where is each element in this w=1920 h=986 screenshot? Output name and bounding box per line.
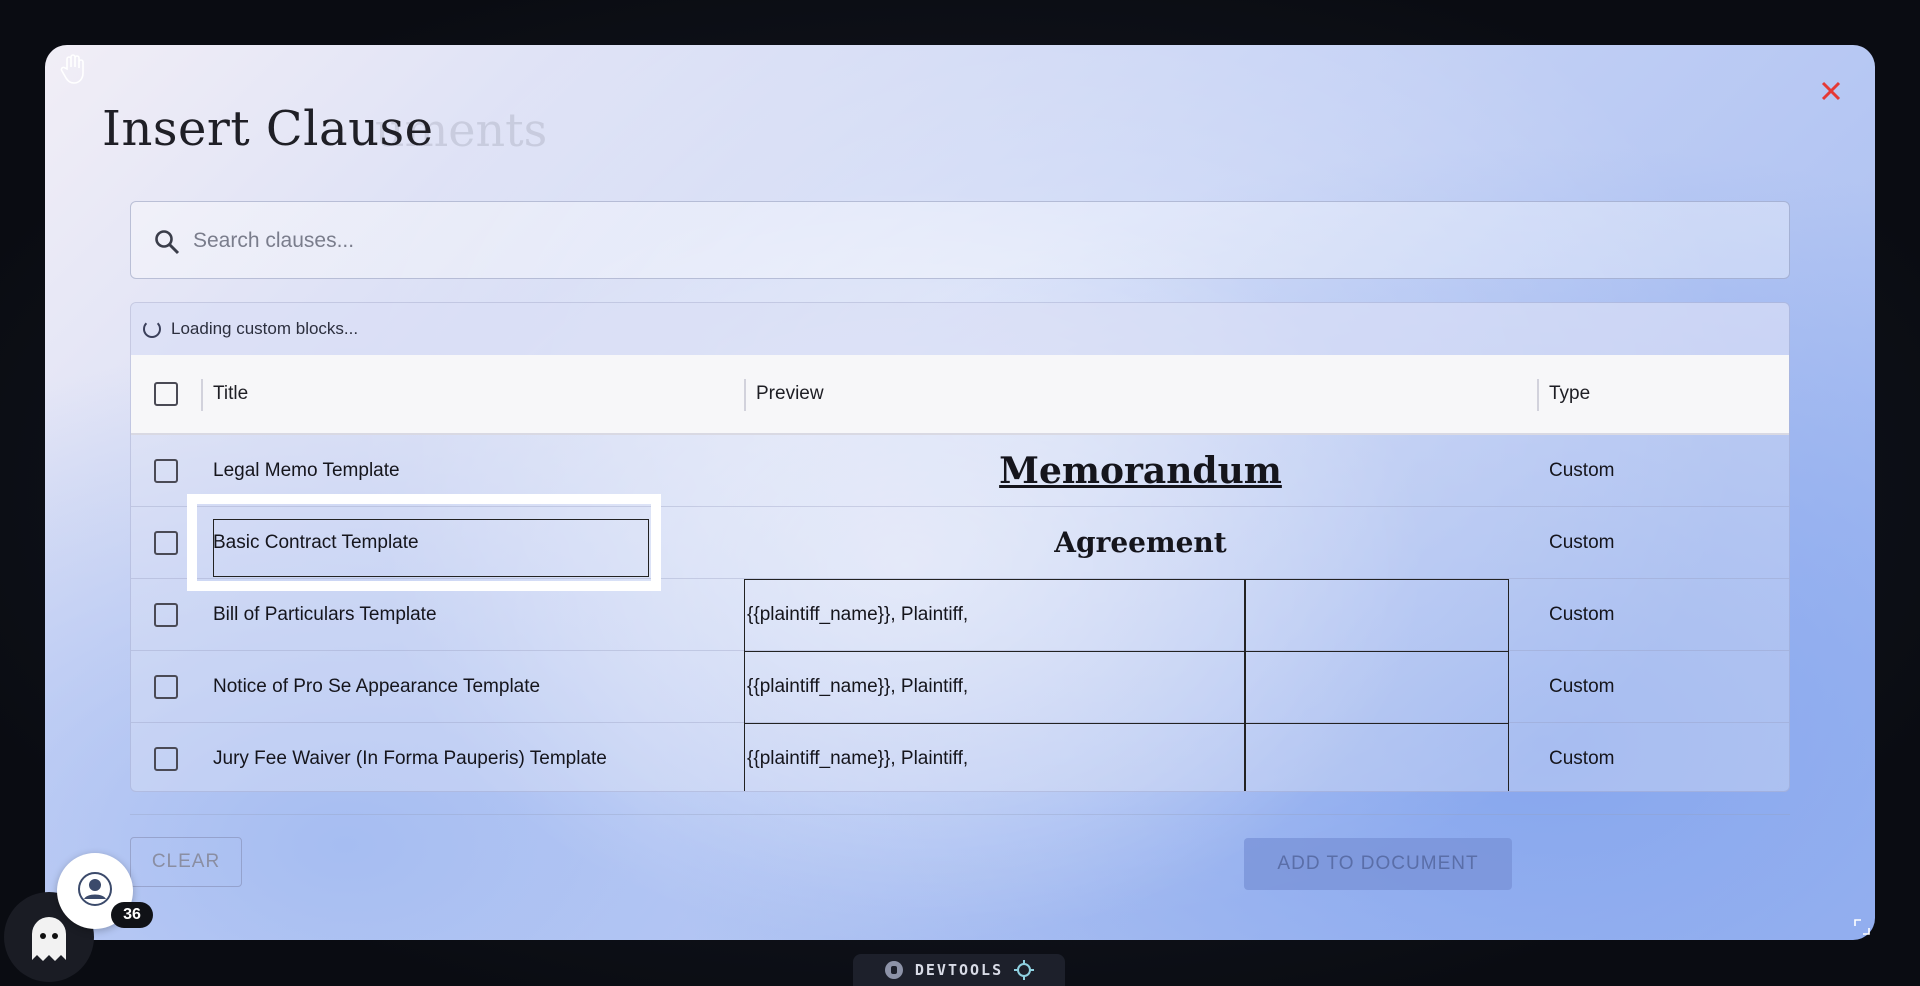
loading-text: Loading custom blocks... — [171, 319, 359, 338]
clause-type: Custom — [1549, 675, 1615, 697]
table-row[interactable]: Legal Memo Template Memorandum Custom — [131, 435, 1789, 507]
clause-preview: {{plaintiff_name}}, Plaintiff, — [747, 748, 969, 769]
column-separator[interactable] — [1537, 379, 1539, 411]
preview-table: {{plaintiff_name}}, Plaintiff, — [744, 579, 1509, 652]
row-checkbox[interactable] — [154, 458, 178, 483]
add-to-document-button[interactable]: ADD TO DOCUMENT — [1244, 838, 1512, 890]
clause-type: Custom — [1549, 531, 1615, 553]
select-all-checkbox[interactable] — [154, 382, 178, 406]
footer-divider — [130, 814, 1790, 815]
clause-title: Legal Memo Template — [213, 459, 400, 481]
close-button[interactable] — [1815, 75, 1847, 107]
hand-icon[interactable] — [59, 53, 87, 85]
table-row[interactable]: Basic Contract Template Agreement Custom — [131, 507, 1789, 579]
clause-title: Jury Fee Waiver (In Forma Pauperis) Temp… — [213, 747, 607, 769]
clause-type: Custom — [1549, 747, 1615, 769]
table-header: Title Preview Type — [131, 355, 1789, 435]
shield-icon — [884, 961, 903, 979]
row-checkbox[interactable] — [154, 674, 178, 699]
preview-table: {{plaintiff_name}}, Plaintiff, — [744, 723, 1509, 791]
search-field[interactable] — [130, 201, 1790, 279]
clauses-table: Loading custom blocks... Title Preview T… — [130, 302, 1790, 792]
clause-preview: {{plaintiff_name}}, Plaintiff, — [747, 676, 969, 697]
table-row[interactable]: Jury Fee Waiver (In Forma Pauperis) Temp… — [131, 723, 1789, 791]
clause-type: Custom — [1549, 459, 1615, 481]
loading-indicator: Loading custom blocks... — [131, 303, 1789, 355]
column-separator[interactable] — [744, 379, 746, 411]
clause-type: Custom — [1549, 603, 1615, 625]
clause-preview: {{plaintiff_name}}, Plaintiff, — [747, 604, 969, 625]
clause-title: Basic Contract Template — [213, 531, 419, 553]
devtools-toggle[interactable]: DEVTOOLS — [853, 954, 1065, 986]
clause-preview: Memorandum — [999, 449, 1282, 492]
resize-icon[interactable] — [1853, 918, 1871, 936]
table-row[interactable]: Notice of Pro Se Appearance Template {{p… — [131, 651, 1789, 724]
column-header-title[interactable]: Title — [213, 383, 248, 405]
clause-title: Notice of Pro Se Appearance Template — [213, 675, 541, 697]
crosshair-icon[interactable] — [1013, 959, 1035, 981]
modal-title: Insert Clause — [102, 101, 434, 157]
row-checkbox[interactable] — [154, 530, 178, 555]
clause-preview: Agreement — [1054, 526, 1227, 559]
row-checkbox[interactable] — [154, 746, 178, 771]
spinner-icon — [143, 320, 161, 338]
devtools-label: DEVTOOLS — [914, 961, 1004, 979]
clear-button[interactable]: CLEAR — [130, 837, 242, 887]
close-icon — [1821, 81, 1841, 101]
search-input[interactable] — [193, 218, 1753, 264]
column-separator[interactable] — [201, 379, 203, 411]
clause-title: Bill of Particulars Template — [213, 603, 437, 625]
table-row[interactable]: Bill of Particulars Template {{plaintiff… — [131, 579, 1789, 652]
search-icon — [155, 230, 180, 255]
column-header-preview[interactable]: Preview — [756, 383, 824, 405]
preview-table: {{plaintiff_name}}, Plaintiff, — [744, 651, 1509, 724]
row-checkbox[interactable] — [154, 602, 178, 627]
notification-count-badge: 36 — [111, 902, 153, 928]
insert-clause-modal: uments Insert Clause Loading custom bloc… — [45, 45, 1875, 940]
column-header-type[interactable]: Type — [1549, 383, 1590, 405]
